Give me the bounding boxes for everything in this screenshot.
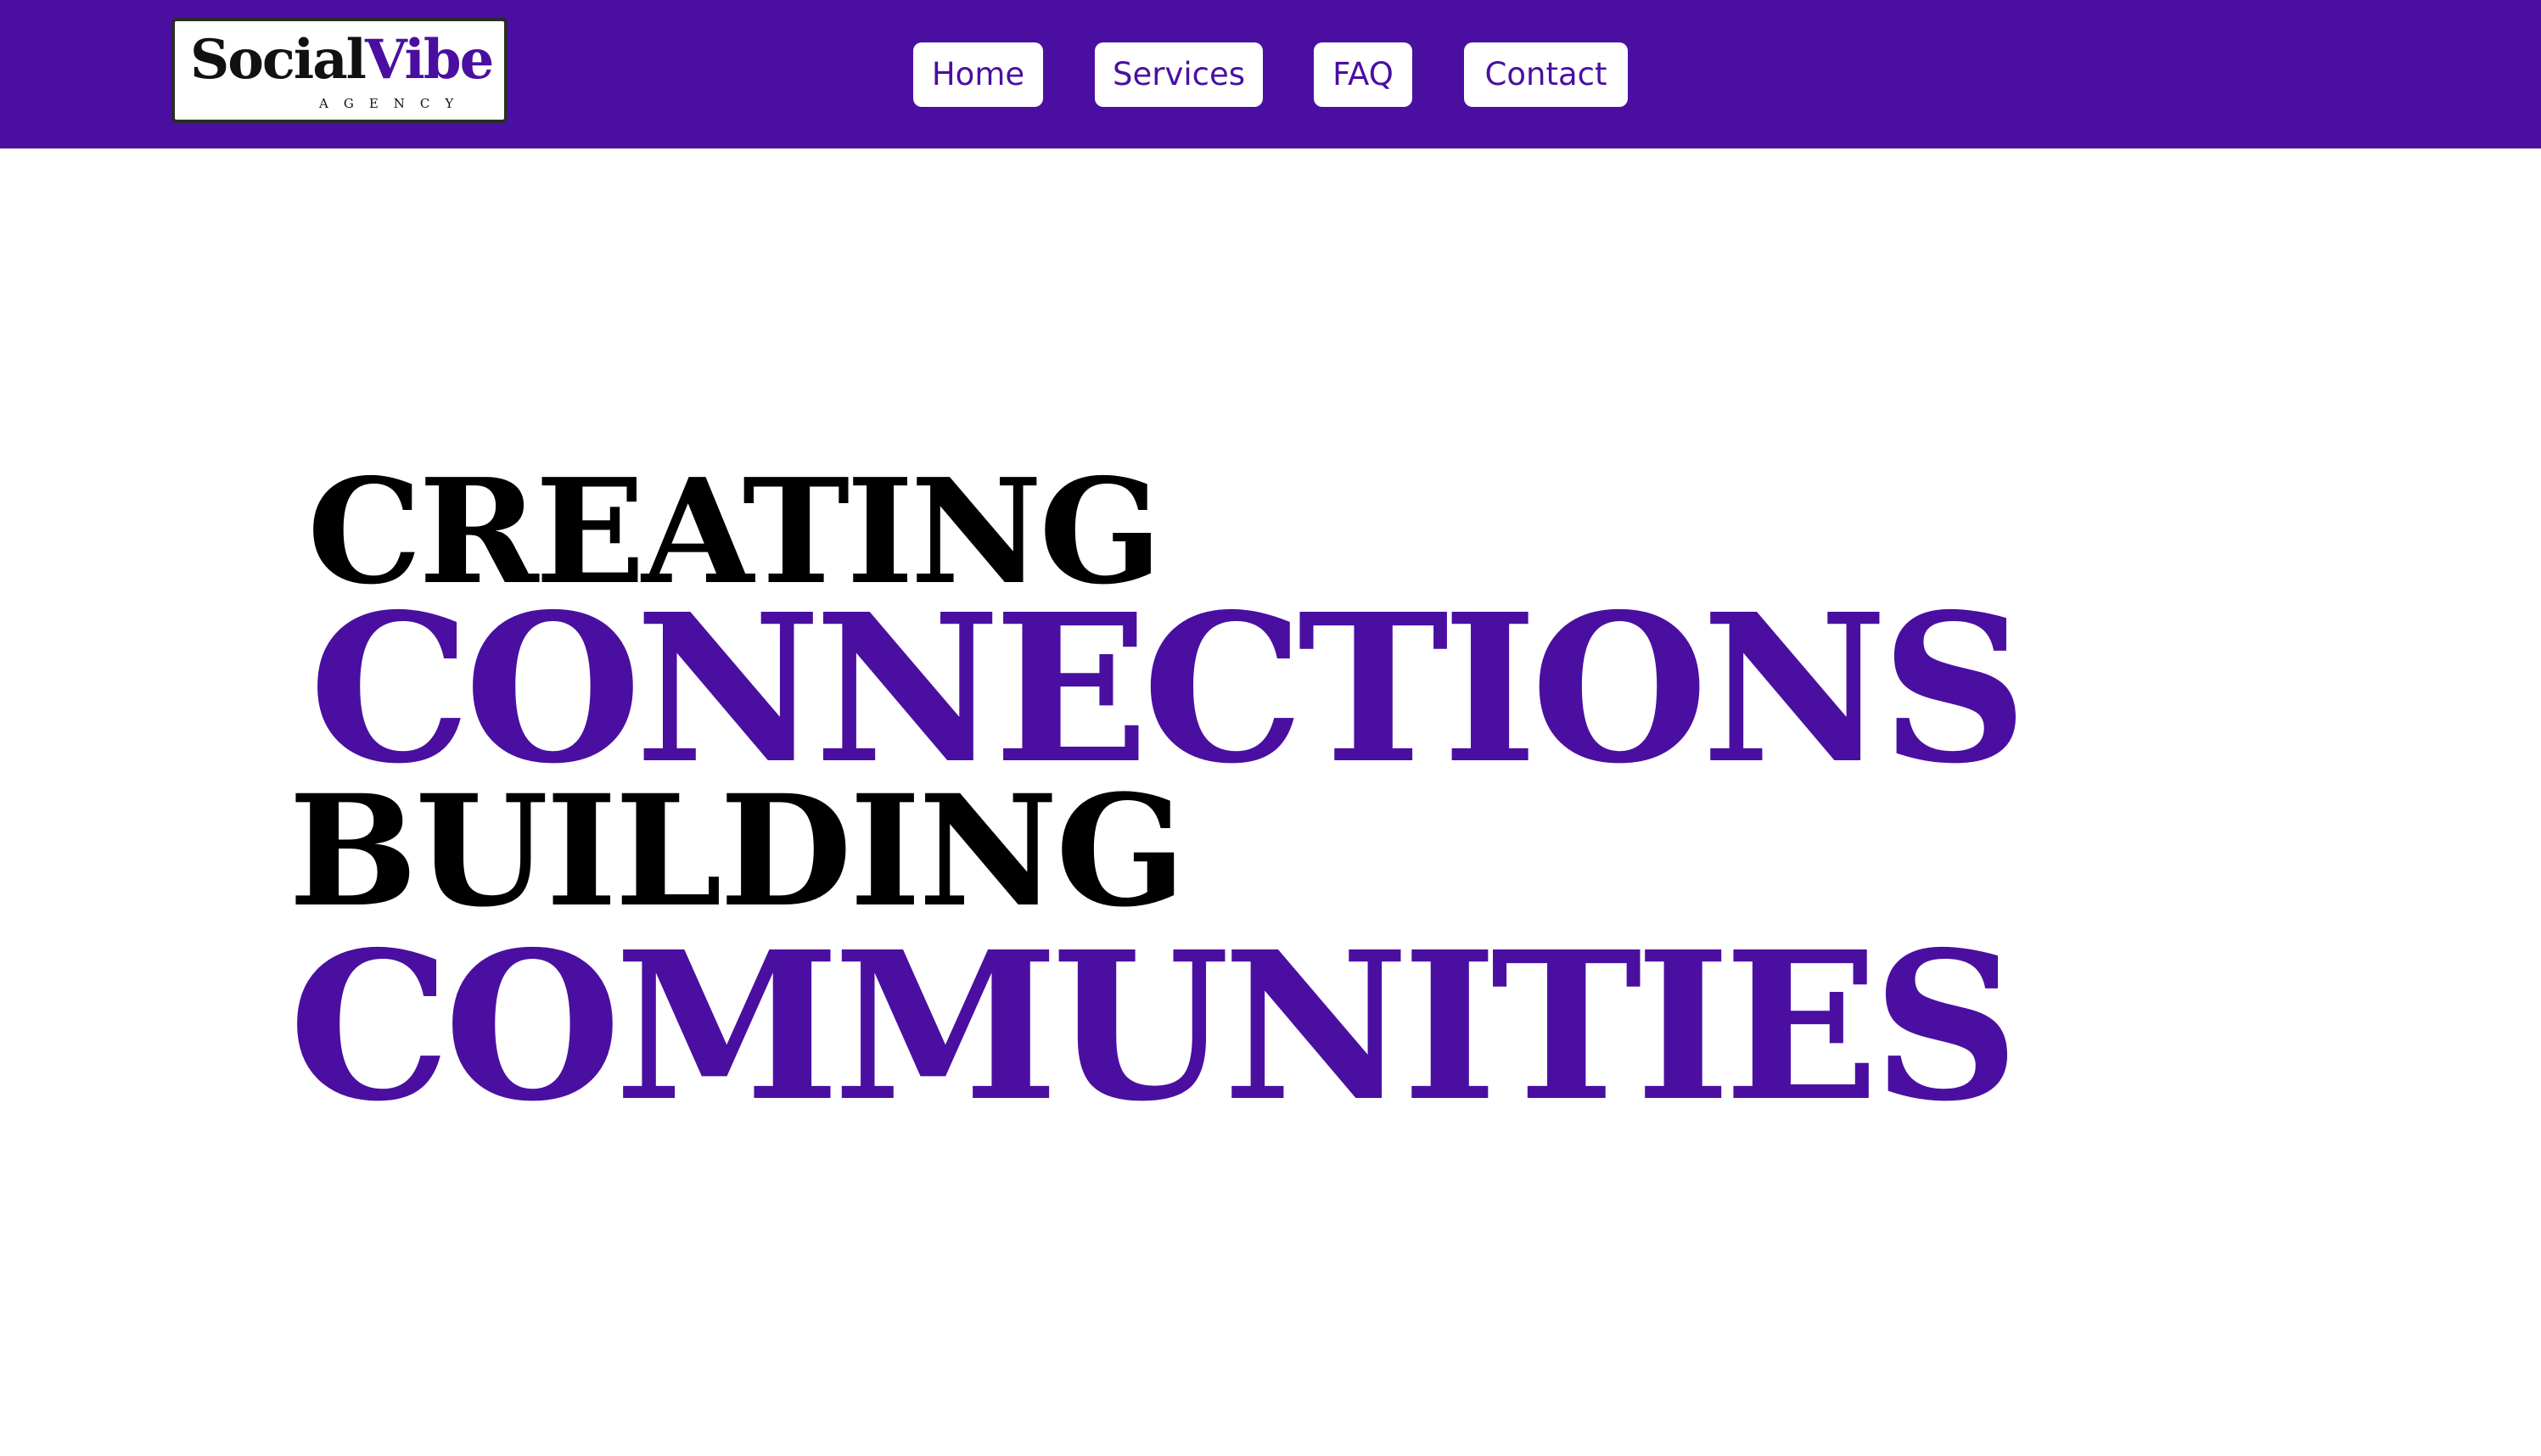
nav-contact-button[interactable]: Contact	[1464, 42, 1628, 107]
top-navigation-bar: SocialVibe AGENCY Home Services FAQ Cont…	[0, 0, 2541, 148]
nav-home-button[interactable]: Home	[913, 42, 1043, 107]
logo-word-vibe: Vibe	[364, 28, 494, 92]
hero-line-building: BUILDING	[289, 762, 1186, 941]
logo-word-social: Social	[190, 28, 367, 92]
nav-services-button[interactable]: Services	[1095, 42, 1263, 107]
logo-wordmark: SocialVibe	[190, 33, 494, 87]
logo-tagline: AGENCY	[319, 96, 469, 111]
hero-line-connections: CONNECTIONS	[309, 569, 2028, 809]
hero-line-communities: COMMUNITIES	[289, 907, 2019, 1146]
nav-faq-button[interactable]: FAQ	[1314, 42, 1412, 107]
socialvibe-logo[interactable]: SocialVibe AGENCY	[171, 18, 508, 123]
